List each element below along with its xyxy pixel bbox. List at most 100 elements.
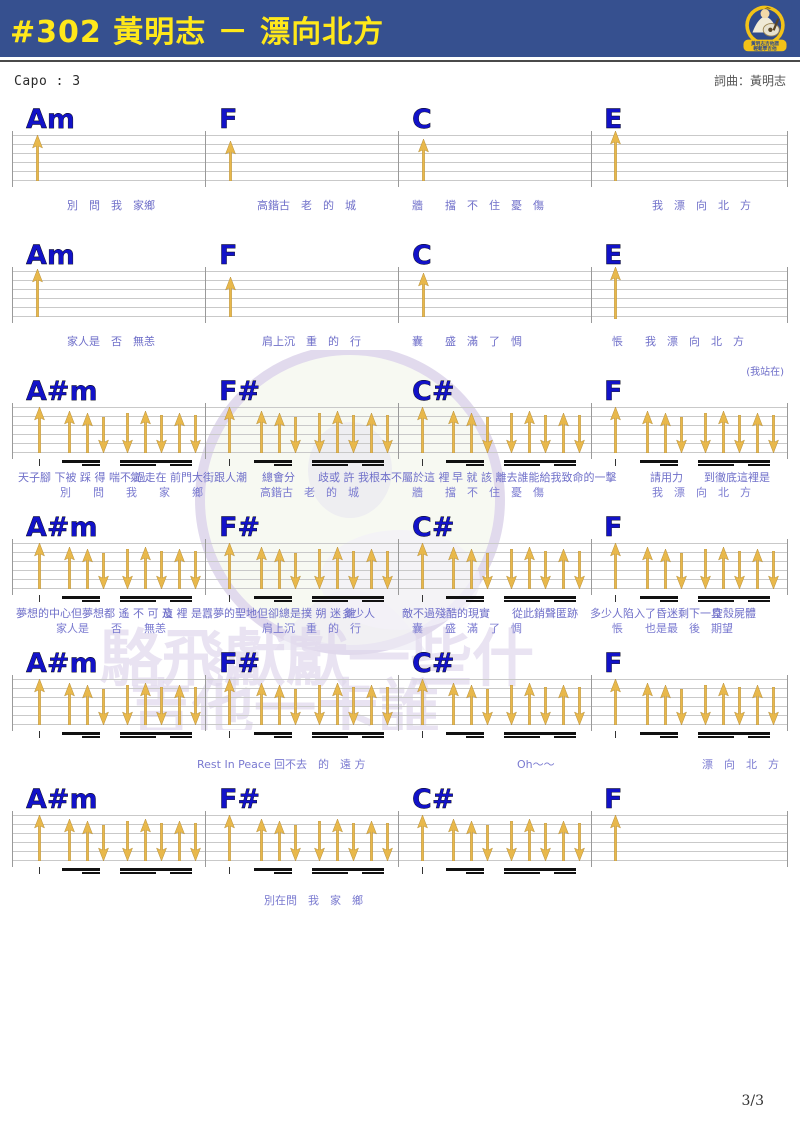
beam	[254, 868, 292, 871]
beam	[504, 600, 540, 602]
strum-arrow-up	[82, 549, 93, 589]
chord-symbol[interactable]: C#	[412, 786, 455, 813]
rhythm-beams	[12, 867, 788, 879]
lyric-phrase: 囊 盛 滿 了 惆	[412, 622, 522, 635]
chord-symbol[interactable]: C#	[412, 514, 455, 541]
title-bar: #302 黃明志 － 漂向北方 黃明志吉他譜 輕鬆學吉他	[0, 0, 800, 57]
chord-symbol[interactable]: A#m	[26, 514, 98, 541]
strum-arrow-down	[122, 549, 133, 589]
beam	[698, 464, 734, 466]
chord-symbol[interactable]: Am	[26, 106, 75, 133]
staff-line	[12, 180, 788, 181]
lyric-phrase: 高鍇古 老 的 城	[260, 486, 359, 499]
barline	[12, 811, 13, 867]
strum-arrow-down	[122, 413, 133, 453]
strum-arrow-up	[224, 543, 235, 589]
lyric-phrase: 高鍇古 老 的 城	[257, 199, 356, 212]
beam	[466, 464, 484, 466]
beam	[82, 600, 100, 602]
strum-arrow-up	[752, 549, 763, 589]
chord-symbol[interactable]: A#m	[26, 650, 98, 677]
strum-arrow-down	[574, 551, 585, 589]
chord-symbol[interactable]: A#m	[26, 378, 98, 405]
strum-arrow-down	[98, 689, 109, 725]
lyric-phrase: 牆 擋 不 住 憂 傷	[412, 199, 544, 212]
strum-arrow-down	[482, 825, 493, 861]
strum-arrow-up	[82, 685, 93, 725]
chord-symbol[interactable]: C	[412, 242, 432, 269]
chord-symbol[interactable]: E	[604, 106, 623, 133]
lyric-line-lower: (我站在)	[12, 350, 788, 378]
staff-system: A#m F# C# F	[12, 641, 788, 773]
chord-symbol[interactable]: F	[604, 650, 623, 677]
beam	[640, 596, 678, 599]
strum-arrow-up	[225, 141, 236, 181]
barline	[205, 539, 206, 595]
lyric-phrase: 總會分	[262, 471, 295, 484]
beam	[698, 736, 734, 738]
lyric-phrase: 別 問 我 家鄉	[67, 199, 155, 212]
strum-arrow-down	[314, 549, 325, 589]
beam	[62, 596, 100, 599]
beat-tick	[422, 595, 423, 602]
beam	[170, 464, 192, 466]
strum-arrow-down	[540, 415, 551, 453]
lyric-phrase: 回不去 的 遠 方	[274, 758, 366, 771]
strum-arrow-up	[366, 413, 377, 453]
strum-arrow-up	[174, 821, 185, 861]
chord-symbol[interactable]: C#	[412, 378, 455, 405]
lyric-phrase: 悵 也是最 後 期望	[612, 622, 733, 635]
chord-symbol[interactable]: Am	[26, 242, 75, 269]
barline	[591, 811, 592, 867]
beat-tick	[615, 731, 616, 738]
chord-symbol[interactable]: C#	[412, 650, 455, 677]
staff-line	[12, 144, 788, 145]
lyric-phrase: 悵 我 漂 向 北 方	[612, 335, 744, 348]
strum-arrow-down	[540, 687, 551, 725]
beat-tick	[39, 595, 40, 602]
beam	[446, 732, 484, 735]
chord-symbol[interactable]: A#m	[26, 786, 98, 813]
strum-arrow-up	[225, 277, 236, 317]
chord-symbol[interactable]: F#	[219, 514, 260, 541]
barline	[787, 131, 788, 187]
lyric-phrase: 別 問 我 家 鄉	[60, 486, 203, 499]
strum-arrow-up	[64, 819, 75, 861]
barline	[12, 403, 13, 459]
chord-symbol[interactable]: C	[412, 106, 432, 133]
strum-arrow-down	[290, 689, 301, 725]
strum-arrow-up	[558, 413, 569, 453]
strum-arrow-up	[256, 411, 267, 453]
strum-arrow-up	[558, 549, 569, 589]
strum-arrow-up	[642, 411, 653, 453]
strum-arrow-down	[156, 687, 167, 725]
strum-arrow-up	[524, 819, 535, 861]
barline	[787, 267, 788, 323]
lyric-phrase: 肩上沉 重 的 行	[262, 335, 361, 348]
chord-symbol[interactable]: F	[219, 106, 238, 133]
barline	[591, 539, 592, 595]
chord-symbol[interactable]: E	[604, 242, 623, 269]
strum-arrow-down	[676, 689, 687, 725]
chord-symbol[interactable]: F#	[219, 378, 260, 405]
strum-arrow-down	[156, 415, 167, 453]
beam	[466, 600, 484, 602]
staff-system: Am F C E 別 問 我 家鄉 高鍇古 老 的 城 牆 擋 不 住 憂 傷 我 漂 向 …	[12, 97, 788, 229]
lyric-line-upper: 天子腳 下被 踩 得 喘不 過氣 走在 前門大街跟人潮 總會分 歧或 許 我根本不屬…	[12, 471, 788, 486]
strum-arrow-up	[64, 683, 75, 725]
chord-symbol[interactable]: F	[604, 514, 623, 541]
strum-arrow-up	[64, 547, 75, 589]
chord-symbol[interactable]: F#	[219, 650, 260, 677]
strum-arrow-down	[700, 685, 711, 725]
beat-tick	[39, 867, 40, 874]
chord-symbol[interactable]: F#	[219, 786, 260, 813]
strum-arrow-up	[417, 679, 428, 725]
lyric-phrase: 空殼屍體	[712, 607, 756, 620]
chord-symbol[interactable]: F	[604, 378, 623, 405]
strum-arrow-up	[417, 815, 428, 861]
strum-arrow-up	[752, 413, 763, 453]
barline	[12, 131, 13, 187]
staff	[12, 131, 788, 187]
chord-symbol[interactable]: F	[604, 786, 623, 813]
chord-symbol[interactable]: F	[219, 242, 238, 269]
